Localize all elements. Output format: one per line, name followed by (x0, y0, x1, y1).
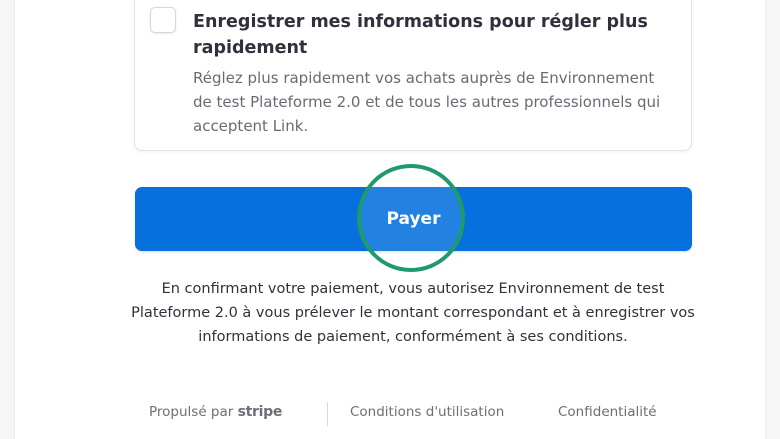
footer-divider (327, 402, 328, 426)
stripe-logo: stripe (237, 404, 283, 420)
footer: Propulsé par stripe Conditions d'utilisa… (134, 402, 690, 426)
privacy-link[interactable]: Confidentialité (558, 404, 657, 420)
left-gutter (0, 0, 15, 439)
payment-page: Enregistrer mes informations pour régler… (0, 0, 780, 439)
powered-by-label: Propulsé par (149, 404, 234, 420)
right-gutter (765, 0, 780, 439)
save-info-description: Réglez plus rapidement vos achats auprès… (193, 69, 661, 135)
pay-button[interactable]: Payer (135, 187, 692, 251)
mandate-text: En confirmant votre paiement, vous autor… (131, 281, 695, 345)
powered-by[interactable]: Propulsé par stripe (149, 404, 282, 420)
save-info-title[interactable]: Enregistrer mes informations pour régler… (193, 9, 663, 61)
pay-button-label: Payer (386, 209, 441, 229)
terms-link[interactable]: Conditions d'utilisation (350, 404, 504, 420)
save-info-checkbox[interactable] (150, 7, 176, 33)
